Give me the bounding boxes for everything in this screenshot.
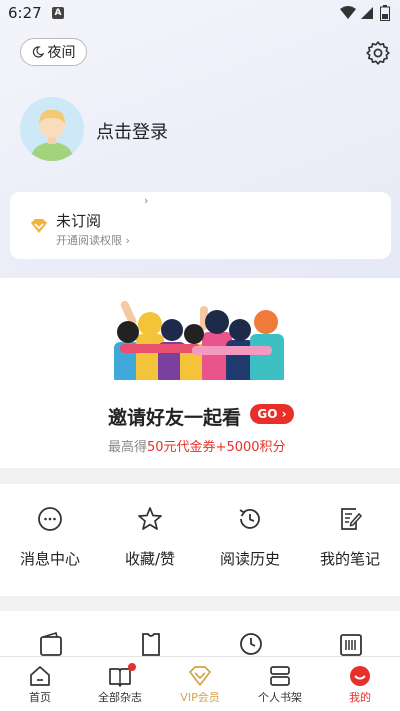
status-time: 6:27	[8, 4, 42, 22]
notification-dot	[128, 663, 136, 671]
tab-all-magazines[interactable]: 全部杂志	[80, 657, 160, 711]
invite-banner[interactable]: 邀请好友一起看 GO › 最高得50元代金券+5000积分	[0, 278, 400, 468]
night-mode-button[interactable]: 夜间	[20, 38, 87, 66]
reading-history-label: 阅读历史	[219, 550, 280, 568]
reading-history-item[interactable]: 阅读历史	[200, 484, 300, 596]
function-grid: 消息中心 收藏/赞 阅读历史 我的笔记	[0, 484, 400, 596]
tab-bookshelf[interactable]: 个人书架	[240, 657, 320, 711]
message-center-label: 消息中心	[19, 550, 80, 568]
ticket-icon[interactable]	[138, 631, 164, 657]
login-link[interactable]: 点击登录	[96, 118, 168, 144]
my-notes-item[interactable]: 我的笔记	[300, 484, 400, 596]
tab-me-label: 我的	[349, 691, 371, 704]
clock-icon[interactable]	[238, 631, 264, 657]
favorites-label: 收藏/赞	[124, 550, 176, 568]
wifi-icon	[340, 6, 356, 19]
star-icon	[138, 507, 162, 530]
tab-all-magazines-label: 全部杂志	[98, 691, 142, 704]
friends-illustration	[114, 300, 284, 386]
status-bar: 6:27 A	[0, 0, 400, 28]
more-function-grid	[0, 611, 400, 656]
message-center-item[interactable]: 消息中心	[0, 484, 100, 596]
moon-icon	[32, 46, 44, 58]
notification-icon: A	[52, 7, 64, 19]
go-button[interactable]: GO ›	[250, 404, 294, 424]
invite-title: 邀请好友一起看	[108, 407, 242, 429]
profile-icon	[350, 666, 370, 686]
subscription-description[interactable]: 开通阅读权限 ›	[56, 232, 130, 248]
subscription-card[interactable]: › 未订阅 开通阅读权限 ›	[10, 192, 391, 259]
avatar[interactable]	[20, 97, 84, 161]
barcode-icon[interactable]	[338, 631, 364, 657]
signal-icon	[361, 7, 373, 19]
tab-home[interactable]: 首页	[0, 657, 80, 711]
bottom-tab-bar: 首页 全部杂志 VIP会员 个人书架 我的	[0, 656, 400, 711]
tab-bookshelf-label: 个人书架	[258, 691, 302, 704]
tab-me[interactable]: 我的	[320, 657, 400, 711]
gear-icon[interactable]	[365, 40, 391, 66]
subscription-title: 未订阅	[56, 212, 102, 230]
home-icon	[30, 666, 50, 686]
battery-icon	[380, 5, 390, 21]
header-area: 6:27 A 夜间 点击登录 › 未订阅 开通阅读权限 ›	[0, 0, 400, 278]
crown-icon	[31, 219, 47, 233]
chevron-right-icon: ›	[144, 194, 149, 207]
favorites-item[interactable]: 收藏/赞	[100, 484, 200, 596]
history-icon	[239, 509, 260, 529]
wallet-icon[interactable]	[38, 631, 64, 657]
vip-icon	[189, 666, 211, 686]
bookshelf-icon	[270, 666, 290, 686]
reward-text: 最高得50元代金券+5000积分	[108, 440, 286, 455]
night-mode-label: 夜间	[47, 45, 76, 61]
message-icon	[38, 507, 62, 531]
tab-vip-label: VIP会员	[180, 691, 220, 704]
tab-vip[interactable]: VIP会员	[160, 657, 240, 711]
tab-home-label: 首页	[29, 691, 51, 704]
reward-highlight: 50元代金券+5000积分	[147, 440, 286, 455]
my-notes-label: 我的笔记	[319, 550, 380, 568]
note-icon	[341, 508, 363, 530]
